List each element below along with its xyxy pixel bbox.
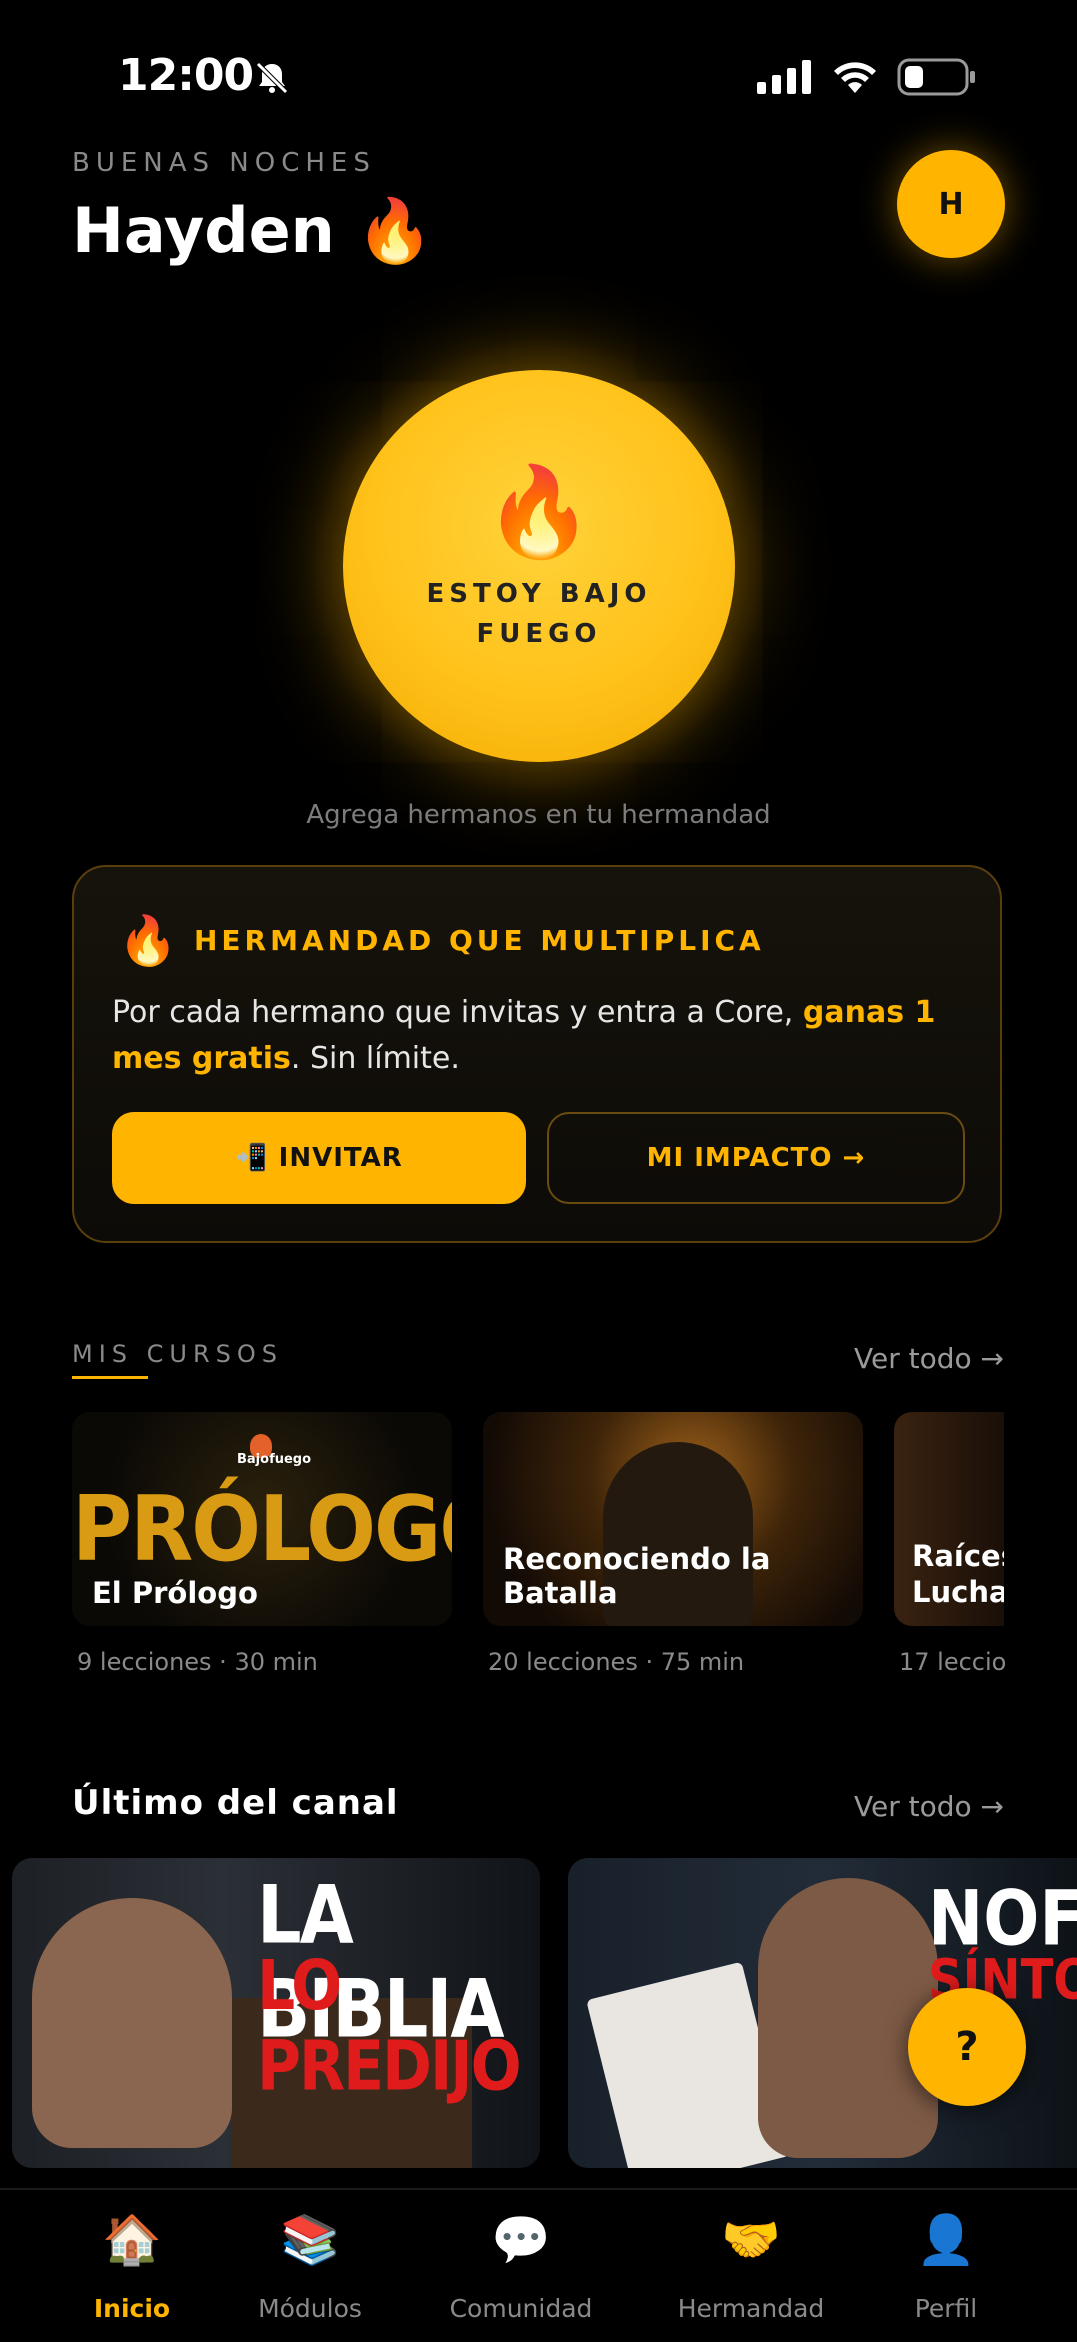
body-text-end: . Sin límite. — [290, 1041, 460, 1076]
course-meta: 17 lecciones — [899, 1648, 1007, 1676]
my-impact-button[interactable]: MI IMPACTO → — [547, 1112, 965, 1204]
status-time: 12:00 — [118, 50, 254, 101]
under-fire-label: ESTOY BAJO FUEGO — [426, 579, 652, 649]
course-thumb-text: PRÓLOGO — [72, 1477, 452, 1582]
tab-inicio[interactable]: 🏠 Inicio — [32, 2210, 232, 2323]
tab-modulos[interactable]: 📚 Módulos — [210, 2210, 410, 2323]
chat-icon: 💬 — [491, 2212, 551, 2268]
tab-label: Módulos — [258, 2294, 362, 2323]
tab-hermandad[interactable]: 🤝 Hermandad — [651, 2210, 851, 2323]
video-person — [758, 1878, 938, 2158]
body-text: Por cada hermano que invitas y entra a C… — [112, 995, 803, 1030]
course-card[interactable]: Reconociendo la Batalla — [483, 1412, 863, 1626]
tab-label: Comunidad — [449, 2294, 593, 2323]
bell-muted-icon — [256, 62, 288, 94]
channel-see-all-link[interactable]: Ver todo → — [854, 1790, 1004, 1823]
tab-comunidad[interactable]: 💬 Comunidad — [421, 2210, 621, 2323]
course-meta: 9 lecciones · 30 min — [77, 1648, 318, 1676]
tab-label: Hermandad — [677, 2294, 825, 2323]
avatar[interactable]: H — [897, 150, 1005, 258]
invite-button[interactable]: 📲 INVITAR — [112, 1112, 526, 1204]
handshake-icon: 🤝 — [721, 2212, 781, 2268]
greeting-label: BUENAS NOCHES — [72, 148, 376, 178]
course-card[interactable]: Raíces Lucha — [894, 1412, 1004, 1626]
courses-section-label: MIS CURSOS — [72, 1340, 284, 1368]
help-button[interactable]: ? — [908, 1988, 1026, 2106]
course-meta: 20 lecciones · 75 min — [488, 1648, 745, 1676]
tab-perfil[interactable]: 👤 Perfil — [846, 2210, 1046, 2323]
section-underline — [72, 1376, 148, 1379]
books-icon: 📚 — [280, 2212, 340, 2268]
video-title-line: LO PREDIJO — [257, 1945, 522, 2107]
fire-icon: 🔥 — [118, 913, 178, 969]
video-person — [32, 1898, 232, 2148]
tab-label: Inicio — [93, 2294, 171, 2323]
course-title: Reconociendo la Batalla — [503, 1542, 771, 1610]
invite-card-title: HERMANDAD QUE MULTIPLICA — [194, 924, 765, 957]
wifi-icon — [834, 62, 876, 93]
battery-icon — [897, 58, 975, 96]
fire-icon: 🔥 — [484, 460, 594, 563]
course-title: Raíces Lucha — [912, 1539, 1004, 1609]
home-icon: 🏠 — [102, 2212, 162, 2268]
user-name: Hayden 🔥 — [72, 194, 434, 267]
course-card[interactable]: Bajofuego PRÓLOGO El Prólogo — [72, 1412, 452, 1626]
video-thumbnail[interactable]: LA BIBLIA LO PREDIJO — [12, 1858, 540, 2168]
profile-icon: 👤 — [916, 2212, 976, 2268]
channel-section-title: Último del canal — [72, 1783, 399, 1823]
hero-subtitle: Agrega hermanos en tu hermandad — [306, 800, 771, 830]
course-brand: Bajofuego — [237, 1452, 312, 1467]
course-title: El Prólogo — [92, 1576, 258, 1610]
tab-label: Perfil — [914, 2294, 978, 2323]
status-icons — [757, 58, 977, 96]
signal-icon — [757, 60, 811, 94]
invite-card-body: Por cada hermano que invitas y entra a C… — [112, 990, 972, 1082]
under-fire-button[interactable]: 🔥 ESTOY BAJO FUEGO — [343, 370, 735, 762]
courses-see-all-link[interactable]: Ver todo → — [854, 1342, 1004, 1375]
